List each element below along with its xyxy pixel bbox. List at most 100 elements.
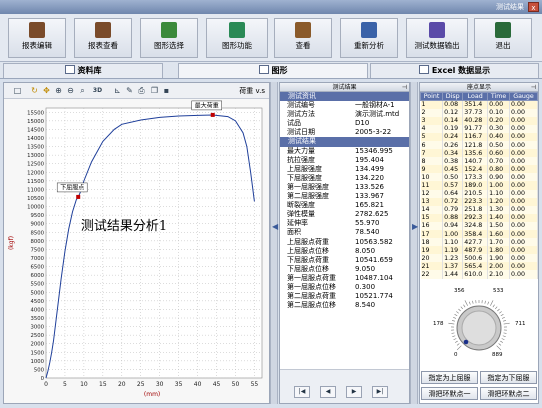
results-row[interactable]: 下屈服点位移 9.050 [280, 265, 409, 274]
results-row[interactable]: 第二屈服点位移 8.540 [280, 301, 409, 310]
copy-icon[interactable]: ❐ [149, 85, 160, 96]
prev-record-button[interactable]: ◀ [320, 386, 336, 398]
point-knob[interactable] [420, 288, 538, 374]
zoom-reset-icon[interactable]: ⌕ [77, 85, 88, 96]
results-row[interactable]: 弹性模量 2782.625 [280, 210, 409, 219]
toolbar-button-3[interactable]: 图形功能 [206, 18, 268, 58]
results-row[interactable]: 测试方法 演示测试.mtd [280, 110, 409, 119]
pin-icon[interactable]: ⊣ [531, 83, 536, 92]
knob-indicator [463, 339, 469, 345]
table-row[interactable]: 5 0.24 116.7 0.40 0.00 [420, 132, 538, 141]
save-icon[interactable]: ▪ [161, 85, 172, 96]
column-header[interactable]: Time [487, 92, 510, 101]
toolbar-button-1[interactable]: 报表查看 [74, 18, 132, 58]
table-cell: 0.80 [487, 165, 510, 174]
table-row[interactable]: 12 0.64 210.5 1.10 0.00 [420, 189, 538, 198]
tab-excel[interactable]: Excel 数据显示 [370, 63, 539, 78]
toolbar-button-0[interactable]: 报表编辑 [8, 18, 66, 58]
table-cell: 0.40 [487, 132, 510, 141]
table-row[interactable]: 22 1.44 610.0 2.10 0.00 [420, 270, 538, 279]
results-row[interactable]: 第一屈服点位移 0.300 [280, 283, 409, 292]
table-row[interactable]: 13 0.72 223.3 1.20 0.00 [420, 197, 538, 206]
table-cell: 0.94 [442, 221, 464, 230]
results-section-header[interactable]: 测试资讯 [280, 92, 409, 102]
results-row[interactable]: 面积 78.540 [280, 228, 409, 237]
column-header[interactable]: Point [420, 92, 444, 101]
column-header[interactable]: Gauge [509, 92, 538, 101]
last-record-button[interactable]: ▶| [372, 386, 388, 398]
close-button[interactable]: x [528, 2, 539, 12]
table-row[interactable]: 14 0.79 251.8 1.30 0.00 [420, 205, 538, 214]
table-row[interactable]: 16 0.94 324.8 1.50 0.00 [420, 221, 538, 230]
table-row[interactable]: 8 0.38 140.7 0.70 0.00 [420, 157, 538, 166]
3d-button[interactable]: 3D [92, 85, 103, 96]
select-icon[interactable]: □ [12, 85, 23, 96]
pin-icon[interactable]: ⊣ [402, 83, 407, 92]
table-row[interactable]: 2 0.12 37.73 0.10 0.00 [420, 108, 538, 117]
points-table-wrap[interactable]: Point Disp Load Time Gauge 1 0.08 351.4 0.00 0.0… [420, 92, 538, 287]
results-header-label: 测试结果 [332, 84, 357, 91]
tab-database[interactable]: 资料库 [3, 63, 163, 78]
results-row[interactable]: 第一屈服强度 133.526 [280, 183, 409, 192]
table-row[interactable]: 20 1.23 500.6 1.90 0.00 [420, 254, 538, 263]
slide-point-one-button[interactable]: 滑把环默点一 [421, 387, 478, 400]
results-row[interactable]: 上屈服强度 134.499 [280, 165, 409, 174]
results-row[interactable]: 上屈服点荷重 10563.582 [280, 238, 409, 247]
refresh-icon[interactable]: ↻ [29, 85, 40, 96]
annotation-marker [210, 112, 215, 117]
column-header[interactable]: Load [462, 92, 489, 101]
table-row[interactable]: 1 0.08 351.4 0.00 0.00 [420, 100, 538, 109]
result-key: 第二屈服点荷重 [287, 292, 336, 301]
results-header: 测试结果 ⊣ [280, 83, 409, 92]
results-row[interactable]: 第二屈服点荷重 10521.774 [280, 292, 409, 301]
toolbar-button-5[interactable]: 重新分析 [340, 18, 398, 58]
slide-point-two-button[interactable]: 滑把环默点二 [480, 387, 537, 400]
table-row[interactable]: 17 1.00 358.4 1.60 0.00 [420, 230, 538, 239]
table-row[interactable]: 9 0.45 152.4 0.80 0.00 [420, 165, 538, 174]
results-row[interactable]: 第一屈服点荷重 10487.104 [280, 274, 409, 283]
toolbar-button-7[interactable]: 退出 [474, 18, 532, 58]
knob-face [461, 310, 497, 346]
table-row[interactable]: 15 0.88 292.3 1.40 0.00 [420, 213, 538, 222]
tab-graph[interactable]: 图形 [178, 63, 368, 78]
toolbar-button-2[interactable]: 图形选择 [140, 18, 198, 58]
results-row[interactable]: 断裂强度 165.821 [280, 201, 409, 210]
table-row[interactable]: 3 0.14 40.28 0.20 0.00 [420, 116, 538, 125]
results-row[interactable]: 上屈服点位移 8.050 [280, 247, 409, 256]
y-tick-label: 9000 [31, 222, 45, 228]
results-row[interactable]: 下屈服强度 134.220 [280, 174, 409, 183]
results-row[interactable]: 下屈服点荷重 10541.659 [280, 256, 409, 265]
zoom-out-icon[interactable]: ⊖ [65, 85, 76, 96]
toolbar-button-6[interactable]: 测试数据输出 [406, 18, 468, 58]
results-row[interactable]: 抗拉强度 195.404 [280, 156, 409, 165]
results-row[interactable]: 最大力量 15346.995 [280, 147, 409, 156]
load-displacement-chart[interactable]: 0 500 1000 1500 2000 2500 3000 3500 4000 4500 5000… [4, 100, 269, 404]
results-section-header[interactable]: 测试结果 [280, 137, 409, 147]
print-icon[interactable]: ⎙ [136, 85, 147, 96]
axis-icon[interactable]: ⊾ [112, 85, 123, 96]
table-row[interactable]: 6 0.26 121.8 0.50 0.00 [420, 140, 538, 150]
right-splitter[interactable]: ▶ [410, 82, 418, 404]
pan-icon[interactable]: ✥ [41, 85, 52, 96]
zoom-in-icon[interactable]: ⊕ [53, 85, 64, 96]
next-record-button[interactable]: ▶ [346, 386, 362, 398]
set-upper-yield-button[interactable]: 指定为上屈服 [421, 371, 478, 384]
edit-icon[interactable]: ✎ [124, 85, 135, 96]
table-cell: 0.00 [509, 116, 538, 125]
table-row[interactable]: 18 1.10 427.7 1.70 0.00 [420, 238, 538, 247]
table-row[interactable]: 21 1.37 565.4 2.00 0.00 [420, 262, 538, 271]
table-row[interactable]: 19 1.19 487.9 1.80 0.00 [420, 246, 538, 255]
table-row[interactable]: 10 0.50 173.3 0.90 0.00 [420, 173, 538, 182]
table-row[interactable]: 11 0.57 189.0 1.00 0.00 [420, 181, 538, 190]
table-row[interactable]: 4 0.19 91.77 0.30 0.00 [420, 124, 538, 133]
toolbar-button-4[interactable]: 查看 [274, 18, 332, 58]
first-record-button[interactable]: |◀ [294, 386, 310, 398]
table-row[interactable]: 7 0.34 135.6 0.60 0.00 [420, 149, 538, 158]
results-row[interactable]: 试品 D10 [280, 119, 409, 128]
set-lower-yield-button[interactable]: 指定为下屈服 [480, 371, 537, 384]
result-key: 延伸率 [287, 219, 308, 228]
results-row[interactable]: 第二屈服强度 133.967 [280, 192, 409, 201]
results-row[interactable]: 测试编号 一般钢材A-1 [280, 101, 409, 110]
left-splitter[interactable]: ◀ [270, 82, 278, 404]
column-header[interactable]: Disp [442, 92, 464, 101]
